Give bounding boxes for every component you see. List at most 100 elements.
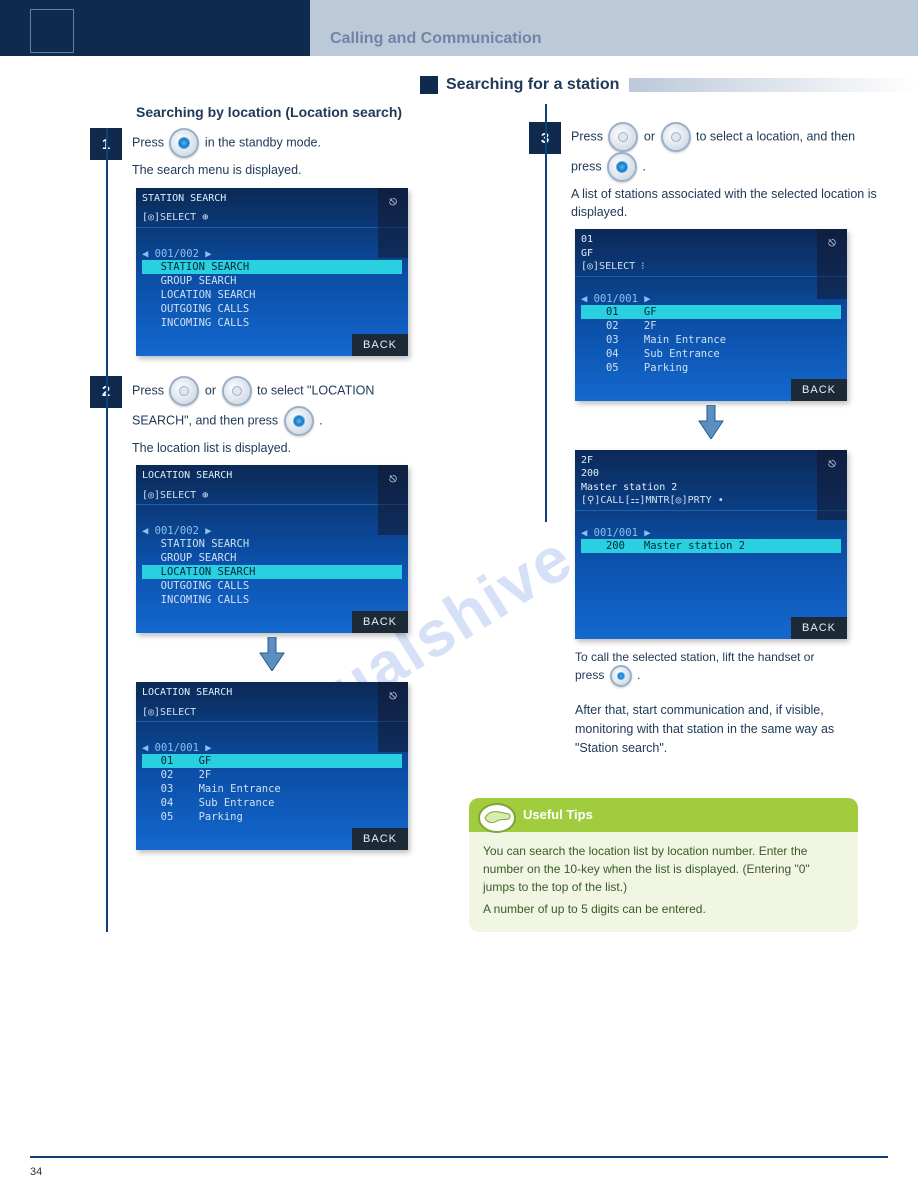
back-button[interactable]: BACK	[352, 334, 408, 356]
list-item: INCOMING CALLS	[142, 593, 402, 607]
back-button[interactable]: BACK	[791, 617, 847, 639]
step3-after2: press	[571, 159, 605, 173]
bookmark-icon: ⎋	[817, 450, 847, 520]
list-item: LOCATION SEARCH	[142, 565, 402, 579]
dial-down-icon	[661, 122, 691, 152]
screen-5: ⎋ 2F 200 Master station 2 [⚲]CALL[⚏]MNTR…	[575, 450, 847, 639]
dial-up-icon	[608, 122, 638, 152]
bookmark-icon: ⎋	[817, 229, 847, 299]
header-right: Calling and Communication	[310, 0, 918, 56]
tips-header: Useful Tips	[469, 798, 858, 832]
step-1: 1 Press in the standby mode. The search …	[30, 128, 449, 180]
list-item: 01 GF	[142, 754, 402, 768]
screen3-sub: [◎]SELECT	[142, 706, 402, 720]
screen4-list: 01 GF 02 2F 03 Main Entrance 04 Sub Entr…	[575, 305, 847, 379]
after-note: After that, start communication and, if …	[575, 701, 888, 757]
list-item: STATION SEARCH	[142, 260, 402, 274]
header-title: Calling and Communication	[330, 30, 918, 48]
step2-after2: SEARCH", and then press	[132, 413, 282, 427]
screen-4: ⎋ 01 GF [◎]SELECT ⁝ ◀ 001/001 ▶ 01 GF 02…	[575, 229, 847, 401]
list-item: 04 Sub Entrance	[581, 347, 841, 361]
column-vertical-line	[106, 128, 108, 932]
list-item: 02 2F	[142, 768, 402, 782]
dial-center-icon	[284, 406, 314, 436]
step-text: Press in the standby mode. The search me…	[132, 128, 449, 180]
dial-down-icon	[222, 376, 252, 406]
column-vertical-line	[545, 104, 547, 522]
list-item: 05 Parking	[581, 361, 841, 375]
tip-line2: A number of up to 5 digits can be entere…	[483, 900, 844, 918]
list-item: GROUP SEARCH	[142, 551, 402, 565]
page-header: Calling and Communication	[0, 0, 918, 56]
screen-2: ⎋ LOCATION SEARCH [◎]SELECT ⊕ ◀ 001/002 …	[136, 465, 408, 633]
call-text1: To call the selected station, lift the h…	[575, 650, 814, 664]
screen5-list: 200 Master station 2	[575, 539, 847, 557]
pointing-hand-icon	[475, 796, 519, 836]
step-text: Press or to select a location, and then …	[571, 122, 888, 221]
step3-after1: to select a location, and then	[696, 129, 855, 143]
back-button[interactable]: BACK	[791, 379, 847, 401]
list-item: 200 Master station 2	[581, 539, 841, 553]
screen2-sub: [◎]SELECT ⊕	[142, 489, 402, 503]
subheader: Searching for a station	[420, 76, 918, 94]
screen5-t3: Master station 2	[581, 481, 841, 495]
list-item: STATION SEARCH	[142, 537, 402, 551]
dial-center-icon	[169, 128, 199, 158]
list-item: 02 2F	[581, 319, 841, 333]
list-item: 04 Sub Entrance	[142, 796, 402, 810]
bookmark-icon: ⎋	[378, 188, 408, 258]
step3-note: A list of stations associated with the s…	[571, 186, 888, 221]
tip-line1: You can search the location list by loca…	[483, 842, 844, 896]
arrow-down-icon	[575, 405, 847, 442]
screen2-list: STATION SEARCH GROUP SEARCH LOCATION SEA…	[136, 537, 408, 611]
subheader-square-icon	[420, 76, 438, 94]
screen3-title: LOCATION SEARCH	[142, 686, 402, 700]
step-3: 3 Press or to select a location, and the…	[469, 122, 888, 221]
subheader-label: Searching for a station	[446, 76, 619, 94]
list-item: 03 Main Entrance	[142, 782, 402, 796]
step2-mid: or	[205, 383, 220, 397]
left-column: Searching by location (Location search) …	[30, 94, 449, 932]
screen2-title: LOCATION SEARCH	[142, 469, 402, 483]
step-text: Press or to select "LOCATION SEARCH", an…	[132, 376, 449, 458]
header-left	[0, 0, 310, 56]
screen5-sub: [⚲]CALL[⚏]MNTR[◎]PRTY •	[581, 494, 841, 508]
screen4-t1: 01	[581, 233, 841, 247]
dial-up-icon	[169, 376, 199, 406]
list-item: OUTGOING CALLS	[142, 302, 402, 316]
arrow-down-icon	[136, 637, 408, 674]
list-item: OUTGOING CALLS	[142, 579, 402, 593]
screen1-pager: ◀ 001/002 ▶	[136, 246, 408, 260]
step1-after: in the standby mode.	[205, 135, 321, 149]
page-number: 34	[30, 1166, 42, 1178]
step3-before: Press	[571, 129, 606, 143]
call-text2: press	[575, 668, 608, 682]
screen3-list: 01 GF 02 2F 03 Main Entrance 04 Sub Entr…	[136, 754, 408, 828]
screen5-t1: 2F	[581, 454, 841, 468]
back-button[interactable]: BACK	[352, 611, 408, 633]
back-button[interactable]: BACK	[352, 828, 408, 850]
list-item: 05 Parking	[142, 810, 402, 824]
screen1-list: STATION SEARCH GROUP SEARCH LOCATION SEA…	[136, 260, 408, 334]
step-2: 2 Press or to select "LOCATION SEARCH", …	[30, 376, 449, 458]
right-column: 3 Press or to select a location, and the…	[469, 94, 888, 932]
list-item: GROUP SEARCH	[142, 274, 402, 288]
screen-1: ⎋ STATION SEARCH [◎]SELECT ⊕ ◀ 001/002 ▶…	[136, 188, 408, 356]
step2-after3: .	[319, 413, 322, 427]
step3-mid: or	[644, 129, 659, 143]
screen-3: ⎋ LOCATION SEARCH [◎]SELECT ◀ 001/001 ▶ …	[136, 682, 408, 850]
subheader-bar	[629, 78, 918, 92]
screen4-pager: ◀ 001/001 ▶	[575, 291, 847, 305]
footer-rule	[30, 1156, 888, 1158]
bookmark-icon: ⎋	[378, 682, 408, 752]
step2-after1: to select "LOCATION	[257, 383, 374, 397]
list-item: LOCATION SEARCH	[142, 288, 402, 302]
talk-button-icon	[610, 665, 632, 687]
screen5-t2: 200	[581, 467, 841, 481]
step2-before: Press	[132, 383, 164, 397]
screen2-pager: ◀ 001/002 ▶	[136, 523, 408, 537]
screen4-t2: GF	[581, 247, 841, 261]
list-item: 01 GF	[581, 305, 841, 319]
tips-body: You can search the location list by loca…	[469, 832, 858, 932]
step2-note: The location list is displayed.	[132, 440, 449, 458]
